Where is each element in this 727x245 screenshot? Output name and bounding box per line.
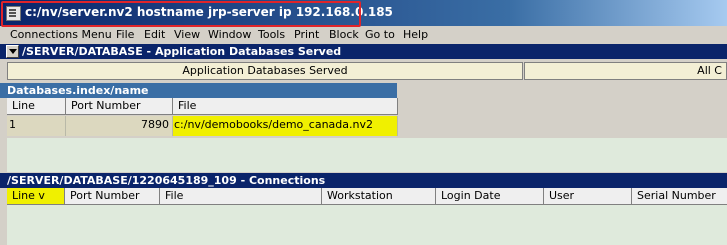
menu-block[interactable]: Block — [329, 27, 359, 42]
col-header-file[interactable]: File — [160, 188, 322, 205]
cell-file[interactable]: c:/nv/demobooks/demo_canada.nv2 — [173, 116, 398, 136]
col-header-workstation[interactable]: Workstation — [322, 188, 436, 205]
empty-space-edge — [0, 138, 7, 172]
menu-edit[interactable]: Edit — [144, 27, 165, 42]
databases-panel-title: /SERVER/DATABASE - Application Databases… — [22, 45, 342, 58]
tab-application-databases[interactable]: Application Databases Served — [7, 62, 523, 80]
window-title: c:/nv/server.nv2 hostname jrp-server ip … — [25, 5, 393, 19]
col-header-line-sorted[interactable]: Line v — [7, 188, 65, 205]
connections-panel-header: /SERVER/DATABASE/1220645189_109 - Connec… — [0, 173, 727, 188]
databases-panel-header: /SERVER/DATABASE - Application Databases… — [0, 44, 727, 59]
col-header-line[interactable]: Line — [7, 98, 66, 115]
connections-panel-title: /SERVER/DATABASE/1220645189_109 - Connec… — [7, 174, 326, 187]
databases-table-edge — [0, 98, 7, 138]
col-header-login-date[interactable]: Login Date — [436, 188, 544, 205]
menu-view[interactable]: View — [174, 27, 200, 42]
col-header-port-number[interactable]: Port Number — [66, 98, 173, 115]
databases-empty-space — [7, 138, 727, 172]
col-header-file[interactable]: File — [173, 98, 398, 115]
connections-table-edge — [0, 188, 7, 245]
chevron-down-icon — [9, 49, 17, 54]
cell-line[interactable]: 1 — [7, 116, 66, 136]
tab-all[interactable]: All C — [524, 62, 727, 80]
menu-bar: Connections Menu File Edit View Window T… — [0, 27, 727, 42]
connections-header-row: Line v Port Number File Workstation Logi… — [7, 188, 727, 205]
databases-empty-area — [398, 98, 727, 138]
menu-file[interactable]: File — [116, 27, 134, 42]
databases-table: Line Port Number File 1 7890 c:/nv/demob… — [7, 98, 398, 138]
databases-tab-row: Application Databases Served All C — [0, 61, 727, 81]
databases-index-label: Databases.index/name — [7, 84, 149, 97]
app-icon — [6, 6, 21, 21]
menu-connections[interactable]: Connections Menu — [10, 27, 112, 42]
col-header-serial-number[interactable]: Serial Number — [632, 188, 727, 205]
menu-help[interactable]: Help — [403, 27, 428, 42]
menu-goto[interactable]: Go to — [365, 27, 395, 42]
col-header-port-number[interactable]: Port Number — [65, 188, 160, 205]
menu-print[interactable]: Print — [294, 27, 319, 42]
databases-index-header: Databases.index/name — [0, 83, 397, 98]
connections-table: Line v Port Number File Workstation Logi… — [7, 188, 727, 245]
menu-tools[interactable]: Tools — [258, 27, 285, 42]
menu-window[interactable]: Window — [208, 27, 251, 42]
cell-port-number[interactable]: 7890 — [66, 116, 173, 136]
table-row[interactable]: 1 7890 c:/nv/demobooks/demo_canada.nv2 — [7, 116, 398, 136]
panel-dropdown-button[interactable] — [6, 45, 19, 58]
window-titlebar: c:/nv/server.nv2 hostname jrp-server ip … — [0, 0, 727, 26]
col-header-user[interactable]: User — [544, 188, 632, 205]
